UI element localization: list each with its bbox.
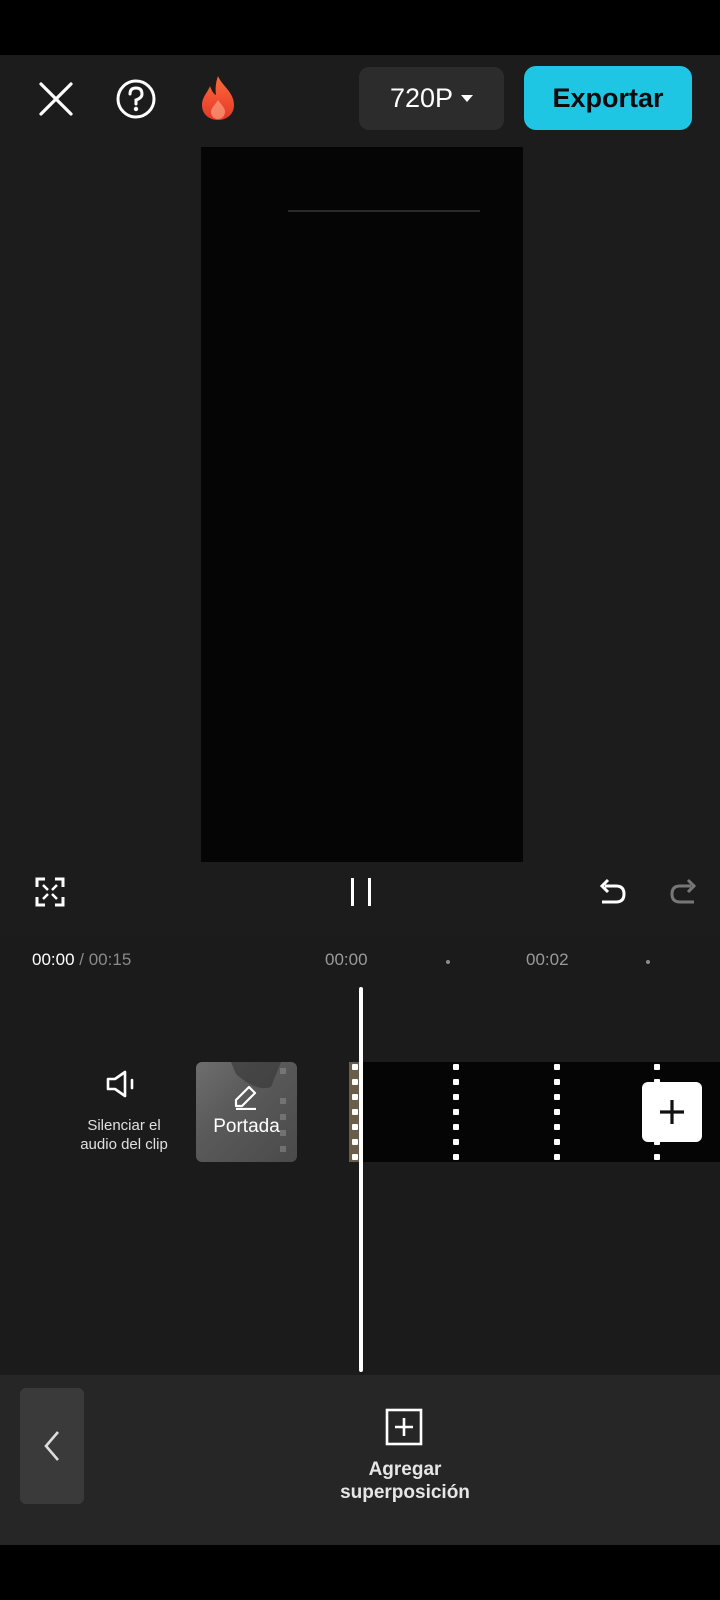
mute-label-line2: audio del clip <box>80 1136 168 1153</box>
add-clip-button[interactable] <box>642 1082 702 1142</box>
mute-audio-label[interactable]: Silenciar el audio del clip <box>62 1116 186 1154</box>
mute-audio-button[interactable] <box>104 1066 140 1102</box>
timeline-dot <box>646 960 650 964</box>
add-overlay-label[interactable]: Agregar superposición <box>300 1458 510 1504</box>
add-overlay-button[interactable] <box>384 1407 424 1447</box>
system-nav-bar <box>0 1545 720 1600</box>
pause-icon <box>351 878 371 906</box>
current-time: 00:00 <box>32 950 75 969</box>
timeline-tick: 00:00 <box>325 950 368 969</box>
timeline-tick: 00:02 <box>526 950 569 969</box>
pencil-icon <box>234 1085 257 1110</box>
total-time: / 00:15 <box>79 950 132 969</box>
redo-icon <box>670 878 697 904</box>
cover-label: Portada <box>213 1116 280 1137</box>
mute-label-line1: Silenciar el <box>87 1117 161 1134</box>
overlay-label-line2: superposición <box>340 1482 470 1503</box>
canvas-line <box>288 210 480 212</box>
export-button[interactable]: Exportar <box>524 66 692 130</box>
cover-thumbnail <box>231 1062 286 1152</box>
pause-button[interactable] <box>341 872 381 912</box>
close-button[interactable] <box>30 73 82 125</box>
resolution-label: 720P <box>389 83 454 113</box>
clip-frame <box>451 1064 461 1160</box>
close-icon <box>39 82 73 116</box>
resolution-select[interactable]: 720P <box>359 67 504 130</box>
fullscreen-button[interactable] <box>30 872 70 912</box>
video-canvas[interactable] <box>201 147 523 862</box>
help-button[interactable] <box>110 73 162 125</box>
back-button[interactable] <box>20 1388 84 1504</box>
fullscreen-icon <box>35 877 65 907</box>
promo-button[interactable] <box>193 70 243 126</box>
speaker-icon <box>106 1070 134 1098</box>
export-label: Exportar <box>552 82 664 113</box>
playhead[interactable] <box>359 987 363 1372</box>
undo-button[interactable] <box>592 872 632 912</box>
cover-button[interactable] <box>196 1062 297 1162</box>
help-icon <box>116 79 156 119</box>
timeline-dot <box>446 960 450 964</box>
caret-down-icon <box>461 95 474 102</box>
overlay-label-line1: Agregar <box>368 1459 442 1480</box>
chevron-left-icon <box>44 1431 59 1461</box>
clip-frame <box>552 1064 562 1160</box>
redo-button[interactable] <box>664 872 704 912</box>
undo-icon <box>599 878 626 904</box>
add-overlay-icon <box>385 1408 423 1446</box>
status-bar <box>0 0 720 55</box>
flame-icon <box>202 76 234 120</box>
plus-icon <box>660 1100 684 1124</box>
time-readout: 00:00 / 00:15 <box>32 950 131 970</box>
